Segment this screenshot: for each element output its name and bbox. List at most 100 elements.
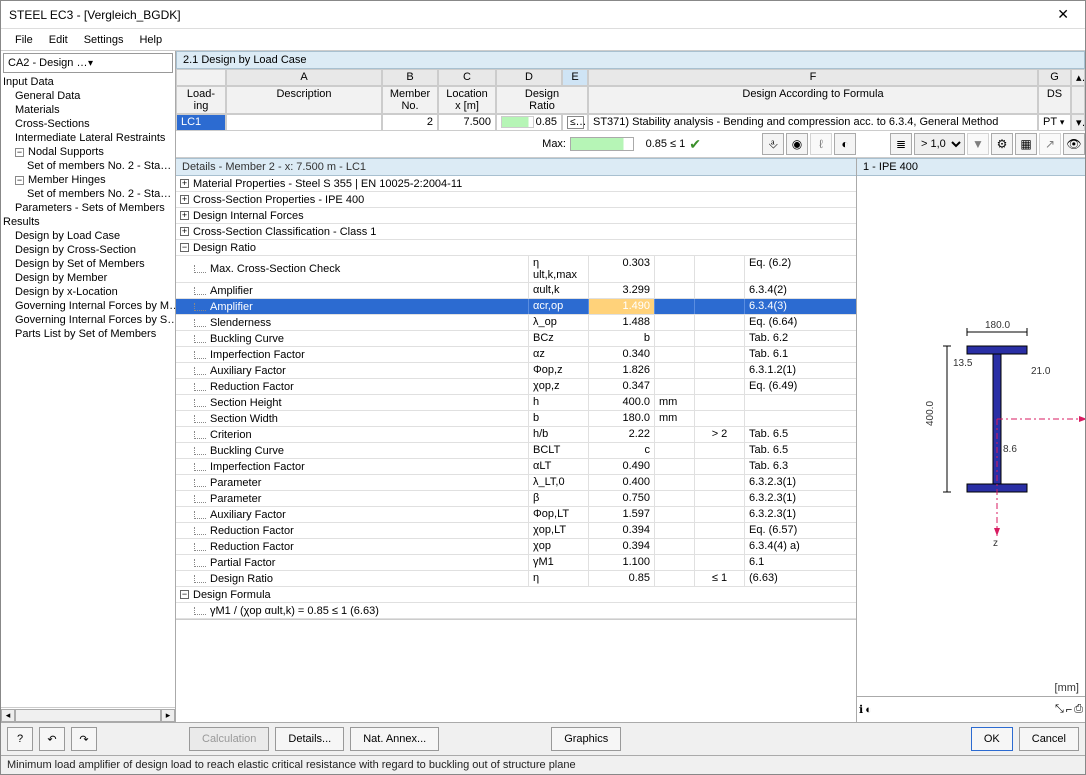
menu-edit[interactable]: Edit xyxy=(41,32,76,48)
corner-icon[interactable]: ⌐ xyxy=(1066,704,1072,716)
details-row[interactable]: Parameterβ0.7506.3.2.3(1) xyxy=(176,491,856,507)
tree-design-cross-section[interactable]: Design by Cross-Section xyxy=(1,243,175,257)
drop-icon[interactable]: ◐ xyxy=(865,704,872,716)
details-hdr[interactable]: Cross-Section Properties - IPE 400 xyxy=(193,194,364,206)
tree-restraints[interactable]: Intermediate Lateral Restraints xyxy=(1,131,175,145)
cancel-button[interactable]: Cancel xyxy=(1019,727,1079,751)
tree-nodal-set[interactable]: Set of members No. 2 - Sta… xyxy=(1,159,175,173)
sidebar-hscroll[interactable]: ◂ ▸ xyxy=(1,707,175,722)
tree-cross-sections[interactable]: Cross-Sections xyxy=(1,117,175,131)
details-row[interactable]: Buckling CurveBCLTcTab. 6.5 xyxy=(176,443,856,459)
expand-icon[interactable]: + xyxy=(180,227,189,236)
axis-icon[interactable]: ⤡ xyxy=(1055,703,1064,716)
calculation-button[interactable]: Calculation xyxy=(189,727,269,751)
tree-general-data[interactable]: General Data xyxy=(1,89,175,103)
row-ratio[interactable]: 0.85 xyxy=(496,114,562,131)
collapse-icon[interactable]: − xyxy=(180,243,189,252)
tool-icon-7[interactable]: ⚙ xyxy=(991,133,1013,155)
details-row[interactable]: Max. Cross-Section Checkη ult,k,max0.303… xyxy=(176,256,856,283)
collapse-icon[interactable]: − xyxy=(15,176,24,185)
preview-canvas[interactable]: y z 180.0 xyxy=(857,176,1085,696)
scroll-right-icon[interactable]: ▸ xyxy=(161,709,175,722)
graphics-button[interactable]: Graphics xyxy=(551,727,621,751)
details-row[interactable]: Imperfection FactorαLT0.490Tab. 6.3 xyxy=(176,459,856,475)
details-row[interactable]: Parameterλ_LT,00.4006.3.2.3(1) xyxy=(176,475,856,491)
close-icon[interactable]: ✕ xyxy=(1049,4,1077,25)
details-row[interactable]: Section Widthb180.0mm xyxy=(176,411,856,427)
tool-icon-3[interactable]: ℓ xyxy=(810,133,832,155)
col-a[interactable]: A xyxy=(226,69,382,86)
details-row[interactable]: Amplifierαcr,op1.4906.3.4(3) xyxy=(176,299,856,315)
prev-icon[interactable]: ↶ xyxy=(39,727,65,751)
details-row[interactable]: Reduction Factorχop0.3946.3.4(4) a) xyxy=(176,539,856,555)
chevron-down-icon[interactable]: ▾ xyxy=(1060,117,1065,127)
tree-materials[interactable]: Materials xyxy=(1,103,175,117)
tool-icon-1[interactable]: ⎀ xyxy=(762,133,784,155)
tree-design-load-case[interactable]: Design by Load Case xyxy=(1,229,175,243)
tree-gov-forces-s[interactable]: Governing Internal Forces by S… xyxy=(1,313,175,327)
collapse-icon[interactable]: − xyxy=(15,148,24,157)
details-button[interactable]: Details... xyxy=(275,727,344,751)
col-c[interactable]: C xyxy=(438,69,496,86)
scroll-track[interactable] xyxy=(15,709,161,722)
tree-gov-forces-m[interactable]: Governing Internal Forces by M… xyxy=(1,299,175,313)
col-e[interactable]: E xyxy=(562,69,588,86)
nat-annex-button[interactable]: Nat. Annex... xyxy=(350,727,439,751)
tree-parts-list[interactable]: Parts List by Set of Members xyxy=(1,327,175,341)
row-member[interactable]: 2 xyxy=(382,114,438,131)
tree-input-data[interactable]: Input Data xyxy=(1,75,175,89)
tree-nodal-supports[interactable]: −Nodal Supports xyxy=(1,145,175,159)
details-row[interactable]: Reduction Factorχop,z0.347Eq. (6.49) xyxy=(176,379,856,395)
details-row[interactable]: Slendernessλ_op1.488Eq. (6.64) xyxy=(176,315,856,331)
row-desc[interactable] xyxy=(226,114,382,131)
details-hdr[interactable]: Cross-Section Classification - Class 1 xyxy=(193,226,376,238)
expand-icon[interactable]: + xyxy=(180,195,189,204)
filter-combo[interactable]: > 1,0 xyxy=(914,133,965,155)
row-lc[interactable]: LC1 xyxy=(176,114,226,131)
help-icon[interactable]: ? xyxy=(7,727,33,751)
vscroll[interactable] xyxy=(1071,86,1085,114)
details-row[interactable]: Partial FactorγM11.1006.1 xyxy=(176,555,856,571)
details-hdr[interactable]: Design Ratio xyxy=(193,242,256,254)
ok-button[interactable]: OK xyxy=(971,727,1013,751)
vscroll-up-icon[interactable]: ▴ xyxy=(1071,69,1085,86)
expand-icon[interactable]: + xyxy=(180,211,189,220)
tool-eye-icon[interactable]: 👁 xyxy=(1063,133,1085,155)
tool-icon-9[interactable]: ↗ xyxy=(1039,133,1061,155)
row-loc[interactable]: 7.500 xyxy=(438,114,496,131)
tool-icon-8[interactable]: ▦ xyxy=(1015,133,1037,155)
next-icon[interactable]: ↷ xyxy=(71,727,97,751)
tree-parameters[interactable]: Parameters - Sets of Members xyxy=(1,201,175,215)
tree-hinges-set[interactable]: Set of members No. 2 - Sta… xyxy=(1,187,175,201)
details-row[interactable]: Imperfection Factorαz0.340Tab. 6.1 xyxy=(176,347,856,363)
col-g[interactable]: G xyxy=(1038,69,1071,86)
details-row[interactable]: Auxiliary FactorΦop,z1.8266.3.1.2(1) xyxy=(176,363,856,379)
col-f[interactable]: F xyxy=(588,69,1038,86)
menu-help[interactable]: Help xyxy=(131,32,170,48)
details-row[interactable]: Section Heighth400.0mm xyxy=(176,395,856,411)
expand-icon[interactable]: + xyxy=(180,179,189,188)
details-row[interactable]: Buckling CurveBCzbTab. 6.2 xyxy=(176,331,856,347)
row-ds[interactable]: PT ▾ xyxy=(1038,114,1071,131)
menu-settings[interactable]: Settings xyxy=(76,32,132,48)
tree-member-hinges[interactable]: −Member Hinges xyxy=(1,173,175,187)
details-row[interactable]: Reduction Factorχop,LT0.394Eq. (6.57) xyxy=(176,523,856,539)
tool-icon-4[interactable]: ◐ xyxy=(834,133,856,155)
tree-results[interactable]: Results xyxy=(1,215,175,229)
print-icon[interactable]: ⎙ xyxy=(1074,703,1083,716)
details-row[interactable]: Amplifierαult,k3.2996.3.4(2) xyxy=(176,283,856,299)
details-hdr[interactable]: Material Properties - Steel S 355 | EN 1… xyxy=(193,178,462,190)
col-d[interactable]: D xyxy=(496,69,562,86)
design-formula-hdr[interactable]: −Design Formula xyxy=(176,587,856,603)
row-formula[interactable]: ST371) Stability analysis - Bending and … xyxy=(588,114,1038,131)
module-combo[interactable]: CA2 - Design according to Euro… ▾ xyxy=(3,53,173,73)
info-icon[interactable]: ℹ xyxy=(859,703,863,716)
tree-design-x-location[interactable]: Design by x-Location xyxy=(1,285,175,299)
vscroll-down-icon[interactable]: ▾ xyxy=(1071,114,1085,131)
menu-file[interactable]: File xyxy=(7,32,41,48)
tool-icon-2[interactable]: ◉ xyxy=(786,133,808,155)
tool-icon-5[interactable]: ≣ xyxy=(890,133,912,155)
details-row[interactable]: Criterionh/b2.22> 2Tab. 6.5 xyxy=(176,427,856,443)
details-row[interactable]: Design Ratioη0.85≤ 1(6.63) xyxy=(176,571,856,587)
scroll-left-icon[interactable]: ◂ xyxy=(1,709,15,722)
